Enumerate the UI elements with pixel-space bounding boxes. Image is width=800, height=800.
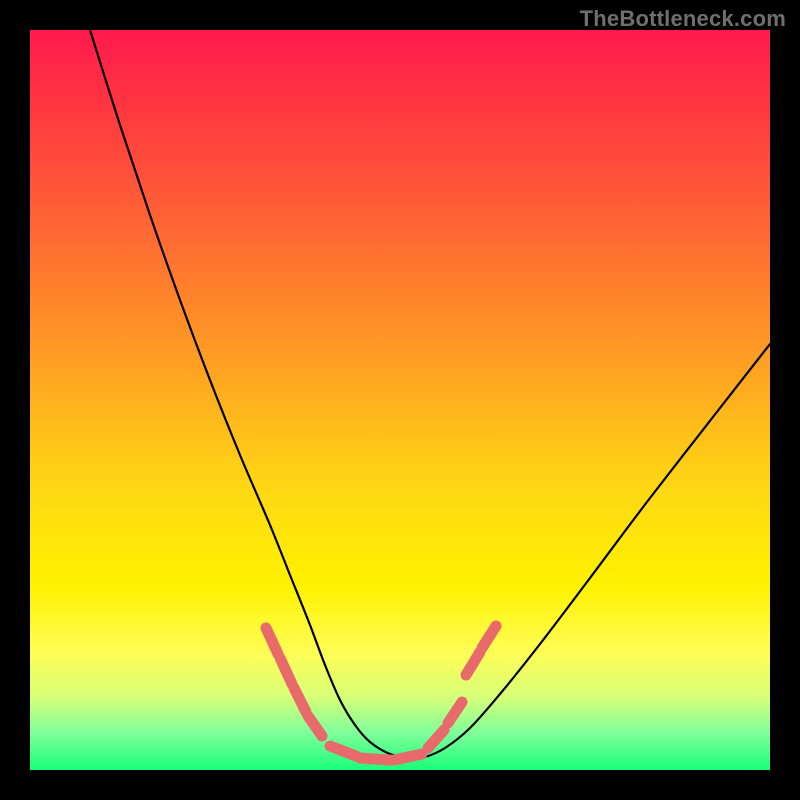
highlight-dash xyxy=(266,628,278,654)
watermark-label: TheBottleneck.com xyxy=(580,6,786,32)
highlight-dash xyxy=(360,758,390,760)
highlight-dash xyxy=(330,746,356,756)
plot-area xyxy=(30,30,770,770)
highlight-dash xyxy=(448,702,462,723)
bottleneck-curve xyxy=(90,30,770,758)
highlight-dash xyxy=(294,688,306,712)
highlight-dash xyxy=(280,658,292,684)
highlight-dash xyxy=(466,652,480,675)
highlight-dash xyxy=(428,730,444,748)
chart-svg xyxy=(30,30,770,770)
highlight-dash xyxy=(482,626,496,648)
highlight-dashes xyxy=(266,626,496,760)
chart-frame: TheBottleneck.com xyxy=(0,0,800,800)
highlight-dash xyxy=(394,754,422,760)
highlight-dash xyxy=(308,716,322,736)
